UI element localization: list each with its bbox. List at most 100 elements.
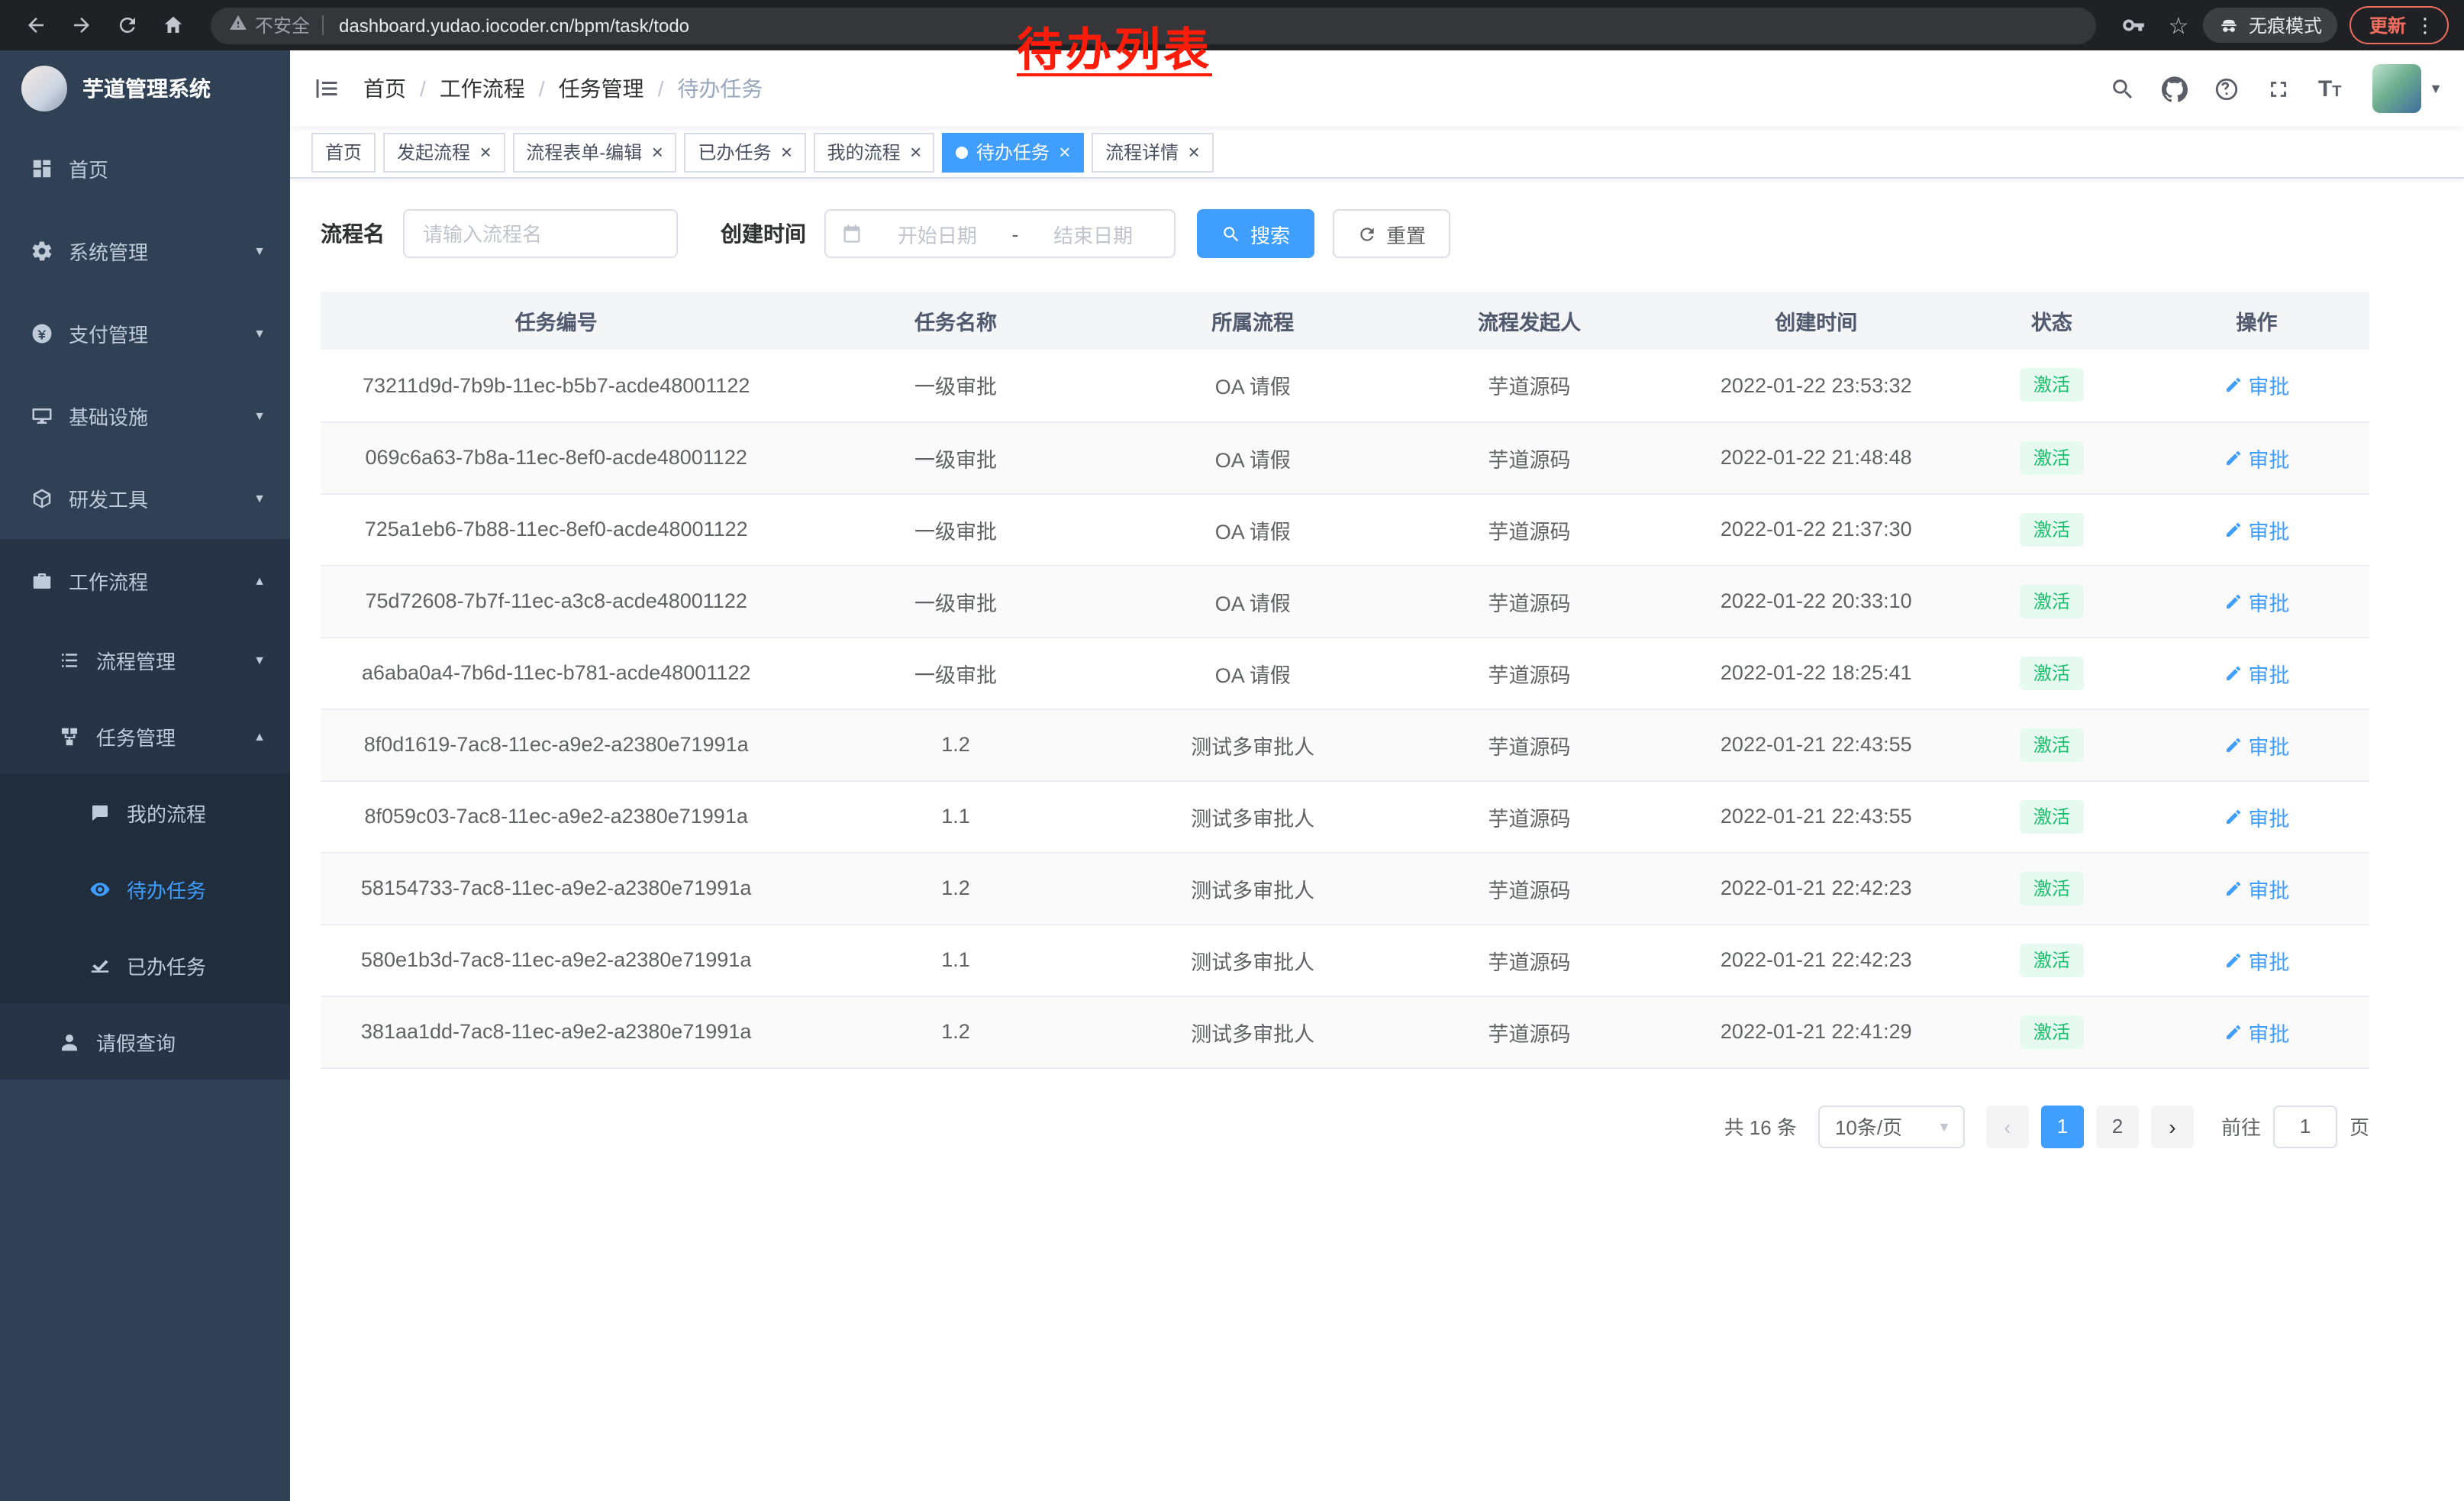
update-button[interactable]: 更新 ⋮ [2350, 6, 2449, 44]
task-name-cell: 一级审批 [792, 637, 1119, 709]
view-tab[interactable]: 我的流程× [814, 132, 935, 172]
search-button[interactable] [2101, 67, 2143, 110]
user-menu[interactable]: ▼ [2372, 64, 2443, 113]
process-cell: 测试多审批人 [1120, 780, 1386, 852]
approve-button[interactable]: 审批 [2224, 873, 2289, 903]
sidebar-item-workflow[interactable]: 工作流程 ▲ [0, 539, 290, 621]
task-name-cell: 一级审批 [792, 493, 1119, 565]
sidebar-item-label: 系统管理 [69, 236, 148, 265]
sidebar-toggle-button[interactable] [290, 50, 363, 127]
approve-button[interactable]: 审批 [2224, 442, 2289, 473]
sidebar-item-leave-query[interactable]: 请假查询 [0, 1003, 290, 1080]
reset-button[interactable]: 重置 [1333, 209, 1450, 258]
sidebar-item-home[interactable]: 首页 [0, 127, 290, 209]
chevron-down-icon: ▼ [253, 326, 266, 340]
close-icon[interactable]: × [651, 142, 663, 162]
page-number-button[interactable]: 2 [2096, 1105, 2139, 1148]
approve-label: 审批 [2248, 729, 2289, 760]
reset-label: 重置 [1386, 219, 1426, 248]
next-page-button[interactable]: › [2151, 1105, 2194, 1148]
page-number-button[interactable]: 1 [2041, 1105, 2084, 1148]
end-date-placeholder[interactable]: 结束日期 [1027, 219, 1159, 248]
view-tab[interactable]: 流程表单-编辑× [512, 132, 676, 172]
prev-page-button[interactable]: ‹ [1986, 1105, 2029, 1148]
sidebar-item-devtools[interactable]: 研发工具 ▼ [0, 457, 290, 539]
sidebar-item-system[interactable]: 系统管理 ▼ [0, 209, 290, 292]
search-button[interactable]: 搜索 [1197, 209, 1314, 258]
bookmark-star-icon[interactable]: ☆ [2160, 11, 2197, 39]
view-tab[interactable]: 已办任务 × [684, 132, 805, 172]
url-text[interactable]: dashboard.yudao.iocoder.cn/bpm/task/todo [339, 15, 689, 36]
approve-button[interactable]: 审批 [2224, 1016, 2289, 1047]
github-button[interactable] [2153, 67, 2195, 110]
goto-page-input[interactable] [2273, 1105, 2337, 1148]
view-tab[interactable]: 首页 [311, 132, 376, 172]
view-tab[interactable]: 流程详情× [1092, 132, 1213, 172]
view-tab[interactable]: 待办任务× [943, 132, 1084, 172]
avatar[interactable] [2372, 64, 2421, 113]
close-icon[interactable]: × [780, 142, 792, 162]
sidebar-item-process-mgmt[interactable]: 流程管理 ▼ [0, 621, 290, 698]
sidebar-item-label: 请假查询 [96, 1027, 176, 1056]
browser-menu-icon[interactable]: ⋮ [2415, 13, 2435, 37]
approve-button[interactable]: 审批 [2224, 586, 2289, 616]
approve-button[interactable]: 审批 [2224, 944, 2289, 975]
close-icon[interactable]: × [1059, 142, 1070, 162]
view-tab[interactable]: 发起流程× [383, 132, 505, 172]
breadcrumb-item[interactable]: 首页 [363, 73, 406, 104]
breadcrumb-item[interactable]: 任务管理 [559, 73, 644, 104]
table-header: 任务编号 任务名称 所属流程 流程发起人 创建时间 状态 操作 [321, 292, 2369, 350]
close-icon[interactable]: × [1188, 142, 1199, 162]
refresh-button[interactable] [107, 5, 147, 45]
breadcrumb-item[interactable]: 工作流程 [440, 73, 525, 104]
create-time-cell: 2022-01-21 22:43:55 [1672, 780, 1959, 852]
forward-button[interactable] [61, 5, 101, 45]
sidebar-item-my-process[interactable]: 我的流程 [0, 774, 290, 851]
tab-label: 已办任务 [698, 139, 771, 165]
sidebar-item-label: 任务管理 [96, 721, 176, 750]
page-size-select[interactable]: 10条/页 ▼ [1818, 1105, 1965, 1148]
approve-label: 审批 [2248, 873, 2289, 903]
create-time-label: 创建时间 [721, 218, 806, 249]
close-icon[interactable]: × [479, 142, 491, 162]
sidebar-item-done-task[interactable]: 已办任务 [0, 927, 290, 1003]
approve-button[interactable]: 审批 [2224, 370, 2289, 401]
gear-icon [31, 239, 53, 262]
list-icon [58, 648, 81, 671]
task-name-cell: 1.1 [792, 780, 1119, 852]
process-name-input[interactable] [403, 209, 678, 258]
font-size-button[interactable]: TT [2308, 67, 2351, 110]
sidebar-item-todo-task[interactable]: 待办任务 [0, 851, 290, 927]
app-logo[interactable]: 芋道管理系统 [0, 50, 290, 127]
approve-button[interactable]: 审批 [2224, 801, 2289, 831]
status-badge: 激活 [2020, 512, 2084, 546]
sidebar-item-task-mgmt[interactable]: 任务管理 ▲ [0, 698, 290, 774]
back-button[interactable] [15, 5, 55, 45]
logo-image [21, 66, 67, 111]
close-icon[interactable]: × [910, 142, 921, 162]
actions-cell: 审批 [2144, 852, 2369, 924]
incognito-badge: 无痕模式 [2203, 8, 2337, 43]
sidebar-item-infra[interactable]: 基础设施 ▼ [0, 374, 290, 457]
approve-button[interactable]: 审批 [2224, 729, 2289, 760]
initiator-cell: 芋道源码 [1386, 924, 1673, 996]
fullscreen-button[interactable] [2256, 67, 2299, 110]
create-time-cell: 2022-01-22 18:25:41 [1672, 637, 1959, 709]
help-button[interactable] [2204, 67, 2247, 110]
chevron-right-icon: › [2169, 1114, 2175, 1138]
password-key-button[interactable] [2114, 5, 2154, 45]
sidebar-item-label: 基础设施 [69, 401, 148, 430]
start-date-placeholder[interactable]: 开始日期 [872, 219, 1003, 248]
status-cell: 激活 [1959, 493, 2144, 565]
date-range-picker[interactable]: 开始日期 - 结束日期 [824, 209, 1176, 258]
approve-button[interactable]: 审批 [2224, 514, 2289, 544]
security-label[interactable]: 不安全 [255, 12, 310, 38]
actions-cell: 审批 [2144, 996, 2369, 1067]
approve-button[interactable]: 审批 [2224, 657, 2289, 688]
sidebar-item-payment[interactable]: 支付管理 ▼ [0, 292, 290, 374]
search-label: 搜索 [1250, 219, 1290, 248]
table-row: a6aba0a4-7b6d-11ec-b781-acde48001122一级审批… [321, 637, 2369, 709]
navbar-actions: TT ▼ [2101, 64, 2443, 113]
home-button[interactable] [153, 5, 192, 45]
status-cell: 激活 [1959, 996, 2144, 1067]
